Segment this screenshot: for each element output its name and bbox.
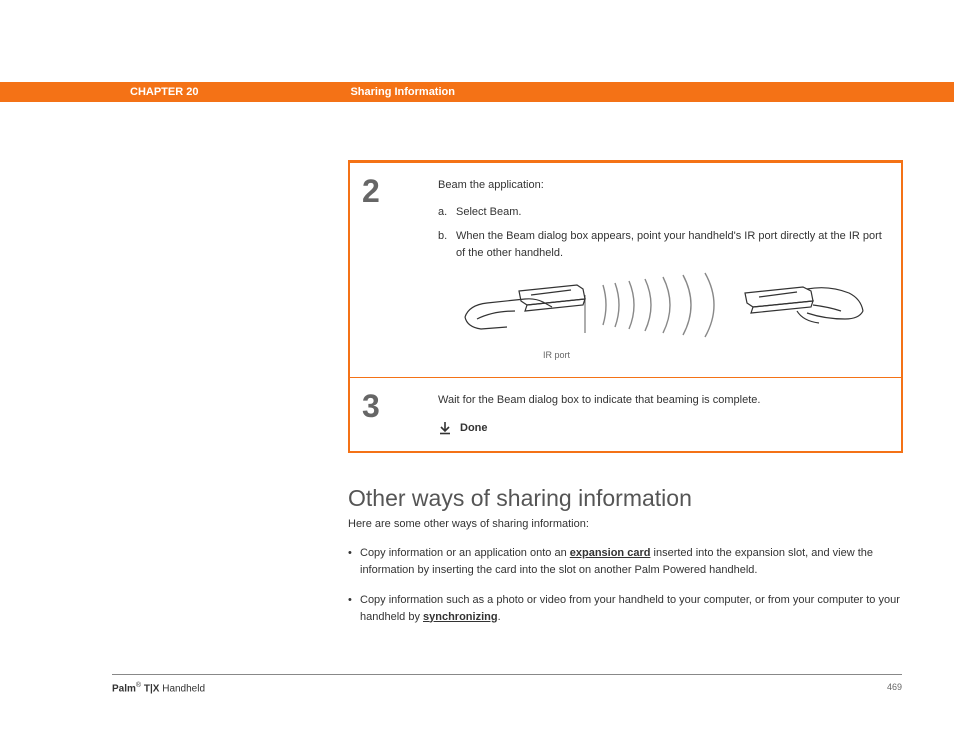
header-bar: CHAPTER 20 Sharing Information (0, 82, 954, 102)
ir-port-label: IR port (228, 349, 885, 363)
step-number: 2 (350, 163, 438, 377)
done-label: Done (460, 420, 488, 437)
done-row: Done (438, 420, 885, 437)
done-arrow-icon (438, 421, 452, 435)
bullet-text: Copy information or an application onto … (360, 545, 903, 578)
steps-container: 2 Beam the application: a. Select Beam. … (348, 160, 903, 453)
footer-product: Palm® T|X Handheld (112, 682, 205, 694)
footer-divider (112, 674, 902, 675)
sub-text: When the Beam dialog box appears, point … (456, 228, 885, 261)
step-number: 3 (350, 378, 438, 451)
page-number: 469 (887, 682, 902, 692)
step-content: Beam the application: a. Select Beam. b.… (438, 163, 901, 377)
chapter-label: CHAPTER 20 (130, 86, 198, 98)
sub-letter: a. (438, 204, 456, 221)
list-item: • Copy information such as a photo or vi… (348, 592, 903, 625)
step-intro: Beam the application: (438, 177, 885, 194)
section-title: Sharing Information (350, 86, 455, 98)
step-2: 2 Beam the application: a. Select Beam. … (350, 163, 901, 378)
intro-text: Here are some other ways of sharing info… (348, 518, 589, 530)
beam-illustration: IR port (438, 269, 885, 363)
synchronizing-link[interactable]: synchronizing (423, 611, 498, 623)
section-heading: Other ways of sharing information (348, 485, 692, 512)
bullet-text: Copy information such as a photo or vide… (360, 592, 903, 625)
step-intro: Wait for the Beam dialog box to indicate… (438, 392, 885, 409)
expansion-card-link[interactable]: expansion card (570, 547, 651, 559)
sub-letter: b. (438, 228, 456, 261)
bullet-marker: • (348, 545, 360, 578)
sub-item-b: b. When the Beam dialog box appears, poi… (438, 228, 885, 261)
list-item: • Copy information or an application ont… (348, 545, 903, 578)
step-3: 3 Wait for the Beam dialog box to indica… (350, 378, 901, 451)
sub-text: Select Beam. (456, 204, 521, 221)
sub-item-a: a. Select Beam. (438, 204, 885, 221)
step-content: Wait for the Beam dialog box to indicate… (438, 378, 901, 451)
bullet-list: • Copy information or an application ont… (348, 545, 903, 639)
bullet-marker: • (348, 592, 360, 625)
